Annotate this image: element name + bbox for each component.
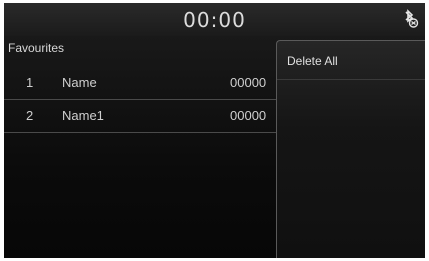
delete-all-button[interactable]: Delete All xyxy=(277,41,425,80)
status-bar: 00:00 xyxy=(4,3,425,36)
bluetooth-phone-icon[interactable] xyxy=(399,9,419,29)
context-menu: Delete All xyxy=(276,40,425,258)
list-item[interactable]: 2 Name1 00000 xyxy=(4,100,284,133)
item-index: 2 xyxy=(26,108,34,123)
item-number: 00000 xyxy=(230,108,267,123)
section-title: Favourites xyxy=(8,41,65,55)
screen: 00:00 Favourites 1 Name 00000 2 Name1 00… xyxy=(4,3,425,258)
item-number: 00000 xyxy=(230,75,267,90)
item-index: 1 xyxy=(26,75,34,90)
clock: 00:00 xyxy=(183,8,246,32)
item-name: Name1 xyxy=(62,108,104,123)
list-item[interactable]: 1 Name 00000 xyxy=(4,67,284,100)
delete-all-label: Delete All xyxy=(287,54,338,68)
item-name: Name xyxy=(62,75,97,90)
